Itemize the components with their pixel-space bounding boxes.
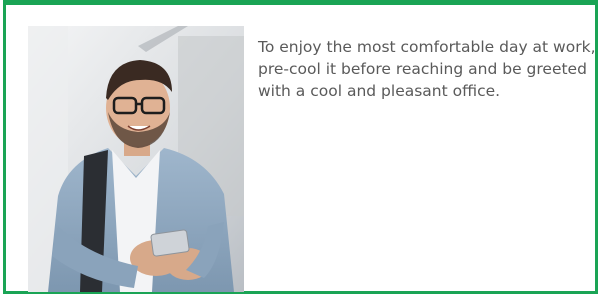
promo-description: To enjoy the most comfortable day at wor… <box>258 38 596 100</box>
man-with-phone-photo <box>28 26 244 292</box>
promo-card: To enjoy the most comfortable day at wor… <box>3 0 598 294</box>
